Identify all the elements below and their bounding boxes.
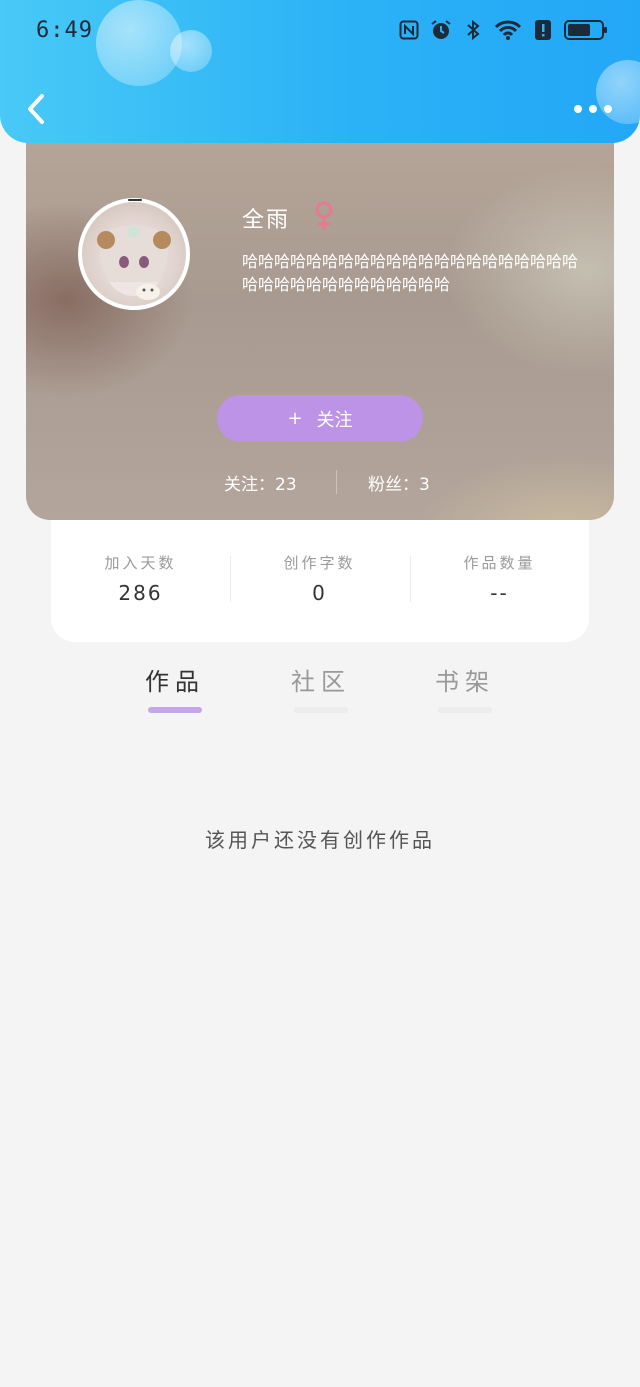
tab-works[interactable]: 作品: [115, 662, 235, 713]
avatar-notch: [128, 199, 142, 201]
follow-button[interactable]: + 关注: [217, 395, 423, 442]
content-tabs: 作品 社区 书架: [0, 662, 640, 722]
tab-label: 社区: [291, 668, 351, 696]
decor-bubble: [96, 0, 182, 86]
alarm-icon: [430, 19, 452, 41]
tab-bookshelf[interactable]: 书架: [405, 662, 525, 713]
avatar[interactable]: [78, 198, 190, 310]
profile-card: 全雨 哈哈哈哈哈哈哈哈哈哈哈哈哈哈哈哈哈哈哈哈哈哈哈哈哈哈哈哈哈哈哈哈哈哈 + …: [26, 120, 614, 520]
following-count[interactable]: 关注：23: [224, 470, 297, 495]
stat-value: --: [490, 581, 509, 605]
follow-counts: 关注：23 粉丝：3: [26, 470, 614, 496]
tab-label: 作品: [145, 668, 205, 696]
bluetooth-icon: [462, 19, 484, 41]
tab-indicator: [438, 707, 492, 713]
female-icon: [314, 200, 334, 232]
top-header: 6:49: [0, 0, 640, 143]
stat-label: 加入天数: [104, 554, 177, 572]
stat-word-count: 创作字数 0: [230, 552, 409, 605]
more-button[interactable]: [574, 96, 612, 122]
avatar-image: [97, 225, 171, 300]
more-dot: [604, 105, 612, 113]
status-time: 6:49: [36, 18, 93, 43]
status-icons: [398, 16, 607, 44]
decor-bubble: [170, 30, 212, 72]
stat-label: 创作字数: [283, 554, 356, 572]
stat-works-count: 作品数量 --: [410, 552, 589, 605]
user-bio: 哈哈哈哈哈哈哈哈哈哈哈哈哈哈哈哈哈哈哈哈哈哈哈哈哈哈哈哈哈哈哈哈哈哈: [242, 252, 579, 294]
chevron-left-icon: [28, 94, 44, 124]
follow-label: 关注: [316, 409, 353, 431]
more-dot: [589, 105, 597, 113]
tab-label: 书架: [435, 668, 495, 696]
tab-indicator: [148, 707, 202, 713]
fans-count[interactable]: 粉丝：3: [368, 470, 430, 495]
stats-card: 加入天数 286 创作字数 0 作品数量 --: [51, 500, 589, 642]
more-dot: [574, 105, 582, 113]
plus-icon: +: [287, 408, 303, 429]
stat-value: 286: [118, 581, 163, 605]
tab-indicator: [294, 707, 348, 713]
battery-icon: [564, 20, 607, 40]
wifi-icon: [494, 19, 522, 41]
empty-state-message: 该用户还没有创作作品: [205, 828, 435, 852]
nfc-icon: [398, 19, 420, 41]
profile-page: 6:49 加入天数 286 创作字数 0 作品数量 -- 全雨 哈哈哈哈哈哈哈哈…: [0, 0, 640, 1387]
username: 全雨: [242, 208, 291, 233]
back-button[interactable]: [20, 92, 54, 126]
alert-icon: [532, 19, 554, 41]
tab-community[interactable]: 社区: [261, 662, 381, 713]
stat-value: 0: [312, 581, 327, 605]
counts-divider: [336, 470, 337, 494]
stat-join-days: 加入天数 286: [51, 552, 230, 605]
stat-label: 作品数量: [463, 554, 536, 572]
